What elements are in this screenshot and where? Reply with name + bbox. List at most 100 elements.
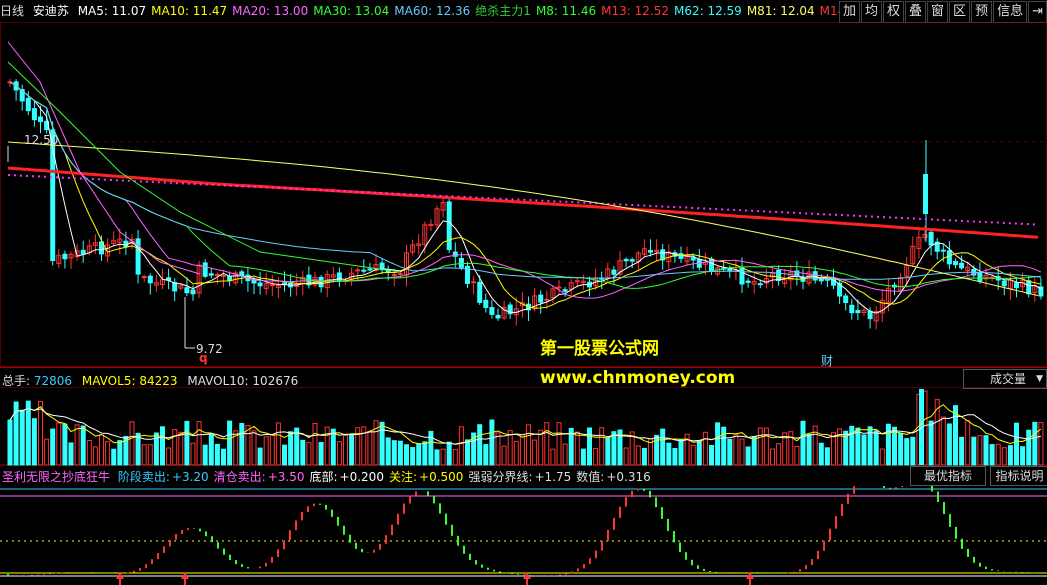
volume-chart[interactable]	[0, 387, 1047, 466]
indicator-chart[interactable]	[0, 486, 1047, 585]
volume-bar	[275, 422, 281, 466]
volume-bar	[635, 445, 641, 466]
volume-bar	[227, 420, 233, 466]
candle-body	[355, 269, 361, 272]
ma5-line	[9, 81, 1042, 314]
volume-total-label: 总手:	[2, 374, 31, 388]
volume-bar	[879, 448, 885, 466]
volume-bar	[824, 447, 830, 466]
volume-bar	[172, 429, 178, 466]
toolbar-button-rights[interactable]: 权	[883, 1, 905, 23]
volume-bar	[885, 423, 891, 466]
volume-bar	[239, 423, 245, 466]
indicator-item-label: 强弱分界线:	[468, 470, 533, 484]
volume-bar	[141, 444, 147, 466]
toolbar-button-info[interactable]: 信息	[993, 1, 1028, 23]
volume-bar	[550, 448, 556, 466]
volume-bar	[715, 422, 721, 466]
candle-body	[611, 269, 617, 275]
volume-bar	[343, 434, 348, 466]
volume-indicator-dropdown[interactable]: 成交量 ▼	[963, 369, 1047, 389]
indicator-help-button[interactable]: 指标说明	[990, 466, 1047, 486]
volume-bar	[818, 442, 824, 466]
volume-bar	[160, 426, 165, 466]
volume-bar	[306, 442, 312, 466]
volume-bar	[593, 447, 599, 466]
volume-bar	[428, 430, 434, 466]
volume-bar	[898, 432, 904, 466]
volume-bar	[135, 432, 141, 466]
volume-bar	[666, 442, 672, 466]
volume-bar	[92, 446, 98, 466]
volume-bar	[19, 409, 25, 466]
volume-bar	[995, 443, 1001, 466]
volume-dropdown-label: 成交量	[990, 372, 1027, 386]
candle-body	[38, 116, 43, 123]
candle-body	[1026, 280, 1032, 295]
chevron-down-icon: ▼	[1036, 374, 1043, 384]
candle-body	[648, 250, 653, 253]
volume-bar	[391, 440, 397, 466]
volume-bar	[1020, 446, 1026, 466]
candle-body	[928, 231, 934, 246]
volume-bar	[690, 444, 696, 466]
candle-body	[977, 272, 983, 282]
indicator-items: 阶段卖出: +3.20 清仓卖出: +3.50 底部: +0.200 关注: +0.500 强弱…	[118, 470, 656, 484]
toolbar-button-add[interactable]: 加	[838, 1, 860, 23]
price-frame	[0, 22, 1047, 368]
toolbar-arrow-icon[interactable]: ⇥	[1028, 1, 1047, 23]
volume-bar	[25, 400, 31, 466]
volume-bar	[178, 431, 184, 466]
candle-body	[391, 273, 397, 276]
toolbar-button-average[interactable]: 均	[860, 1, 882, 23]
volume-bar	[892, 426, 897, 466]
m144-line	[7, 166, 1039, 239]
candle-body	[397, 273, 403, 276]
volume-bar	[587, 427, 592, 466]
candle-body	[471, 281, 477, 284]
best-indicator-button[interactable]: 最优指标	[910, 466, 986, 486]
candle-body	[446, 201, 452, 251]
indicator-item-value: +3.50	[267, 470, 305, 484]
price-chart[interactable]	[0, 22, 1047, 368]
toolbar-button-region[interactable]: 区	[949, 1, 971, 23]
volume-bar	[330, 428, 336, 466]
volume-bar	[196, 421, 202, 466]
volume-bar	[80, 425, 86, 466]
period-label[interactable]: 日线	[0, 4, 24, 18]
volume-bar	[147, 444, 153, 466]
candle-body	[855, 310, 861, 314]
volume-bar	[251, 430, 257, 466]
stock-name: 安迪苏	[32, 4, 69, 18]
volume-bar	[660, 428, 666, 466]
ma-legend-item: M81: 12.04	[746, 4, 815, 18]
high-price-label: 12.50	[24, 133, 59, 147]
volume-bar	[379, 421, 385, 466]
candle-body	[31, 108, 37, 121]
volume-bar	[605, 437, 611, 466]
ma-legend-item: M13: 12.52	[601, 4, 669, 18]
indicator-item-label: 数值:	[576, 470, 605, 484]
volume-bar	[440, 448, 446, 466]
toolbar-button-overlay[interactable]: 叠	[905, 1, 927, 23]
volume-bar	[989, 444, 995, 466]
candle-body	[202, 262, 208, 277]
ma-legend-item: MA5: 11.07	[77, 4, 147, 18]
indicator-item-value: +0.316	[606, 470, 651, 484]
volume-bar	[288, 431, 294, 466]
toolbar-button-window[interactable]: 窗	[927, 1, 949, 23]
volume-bar	[538, 429, 544, 466]
volume-bar	[794, 445, 800, 466]
candle-body	[489, 307, 495, 315]
candle-body	[538, 294, 544, 303]
finance-event-marker[interactable]: 财	[821, 352, 833, 369]
low-marker: q	[199, 351, 208, 365]
candle-body	[184, 287, 190, 294]
indicator-name[interactable]: 圣利无限之抄底狂牛	[2, 470, 110, 484]
candle-body	[562, 289, 568, 292]
volume-bar	[745, 446, 751, 466]
volume-bar	[422, 441, 428, 466]
volume-bar	[702, 431, 708, 466]
toolbar-button-forecast[interactable]: 预	[971, 1, 993, 23]
indicator-item-label: 阶段卖出:	[117, 470, 170, 484]
